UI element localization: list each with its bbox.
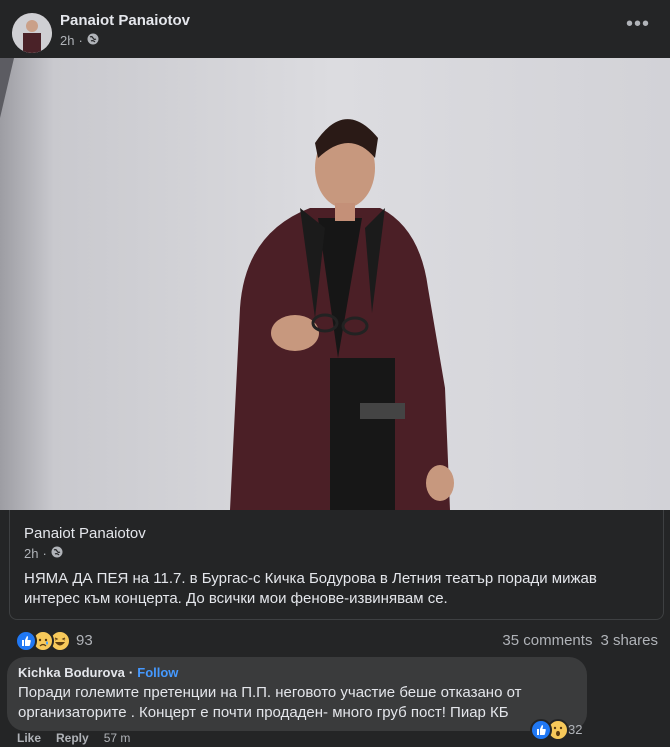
comment-text: Поради големите претенции на П.П. негово… bbox=[18, 684, 522, 721]
follow-button[interactable]: Follow bbox=[137, 665, 178, 680]
author-avatar[interactable] bbox=[12, 13, 52, 53]
separator: · bbox=[42, 546, 47, 561]
separator: · bbox=[128, 665, 134, 680]
post-meta: 2h · bbox=[60, 33, 99, 48]
shared-post-author[interactable]: Panaiot Panaiotov bbox=[24, 525, 146, 542]
more-options-icon[interactable]: ••• bbox=[626, 14, 650, 34]
post-photo[interactable] bbox=[0, 58, 670, 510]
post-author[interactable]: Panaiot Panaiotov bbox=[60, 12, 190, 29]
shared-post-text: НЯМА ДА ПЕЯ на 11.7. в Бургас-с Кичка Бо… bbox=[24, 570, 597, 607]
post-stats: 35 comments 3 shares bbox=[502, 632, 658, 649]
like-icon bbox=[15, 630, 37, 652]
comment-header: Kichka Bodurova · Follow bbox=[18, 665, 178, 680]
comment-time[interactable]: 57 m bbox=[104, 731, 131, 745]
reaction-count[interactable]: 93 bbox=[76, 632, 93, 649]
reaction-icons[interactable] bbox=[15, 630, 71, 652]
comment-author[interactable]: Kichka Bodurova bbox=[18, 665, 125, 680]
reply-button[interactable]: Reply bbox=[56, 731, 89, 745]
comment-reaction-count[interactable]: 32 bbox=[568, 722, 582, 737]
like-button[interactable]: Like bbox=[17, 731, 41, 745]
post-time[interactable]: 2h bbox=[60, 33, 74, 48]
shared-post-time[interactable]: 2h bbox=[24, 546, 38, 561]
separator: · bbox=[78, 33, 83, 48]
comment-reaction-icons[interactable] bbox=[530, 719, 569, 741]
like-icon bbox=[530, 719, 552, 741]
globe-icon bbox=[87, 33, 99, 48]
comment-actions: Like Reply 57 m bbox=[17, 731, 130, 745]
shares-count[interactable]: 3 shares bbox=[600, 632, 658, 649]
shared-post-meta: 2h · bbox=[24, 546, 63, 561]
comments-count[interactable]: 35 comments bbox=[502, 632, 592, 649]
globe-icon bbox=[51, 546, 63, 561]
